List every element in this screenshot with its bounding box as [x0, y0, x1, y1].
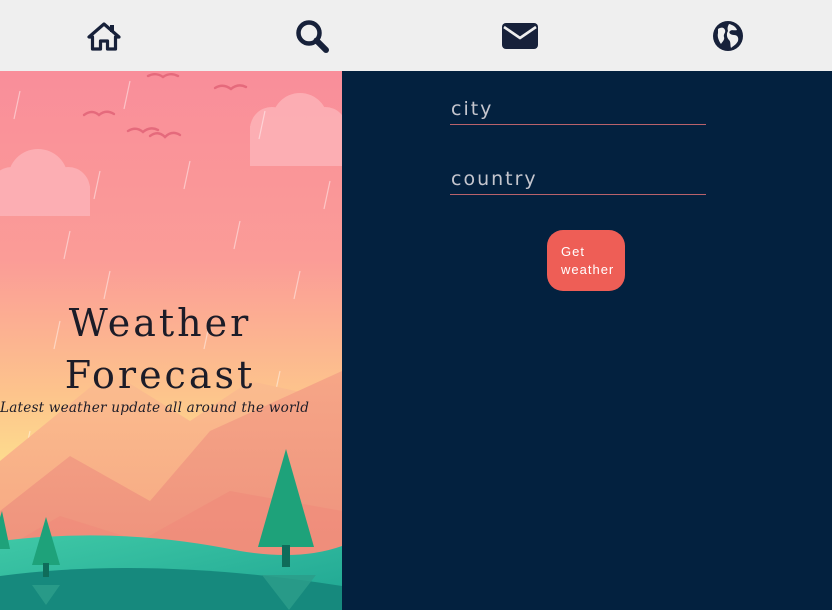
hero-banner: Weather Forecast Latest weather update a…: [0, 71, 342, 610]
nav-contact[interactable]: [416, 0, 624, 71]
envelope-icon: [502, 22, 538, 49]
nav-home[interactable]: [0, 0, 208, 71]
nav-world[interactable]: [624, 0, 832, 71]
search-icon: [296, 19, 329, 53]
globe-icon: [713, 20, 743, 51]
title-line-2: Forecast: [64, 353, 256, 397]
weather-form: Get weather: [342, 71, 832, 610]
country-input[interactable]: [450, 163, 706, 195]
page-subtitle: Latest weather update all around the wor…: [0, 400, 310, 416]
title-line-1: Weather: [68, 301, 252, 345]
home-icon: [87, 21, 121, 51]
get-weather-button[interactable]: Get weather: [547, 230, 625, 291]
top-navigation: [0, 0, 832, 71]
get-weather-label: Get weather: [561, 243, 615, 277]
city-input[interactable]: [450, 93, 706, 125]
page-title: Weather Forecast: [0, 297, 320, 401]
nav-search[interactable]: [208, 0, 416, 71]
